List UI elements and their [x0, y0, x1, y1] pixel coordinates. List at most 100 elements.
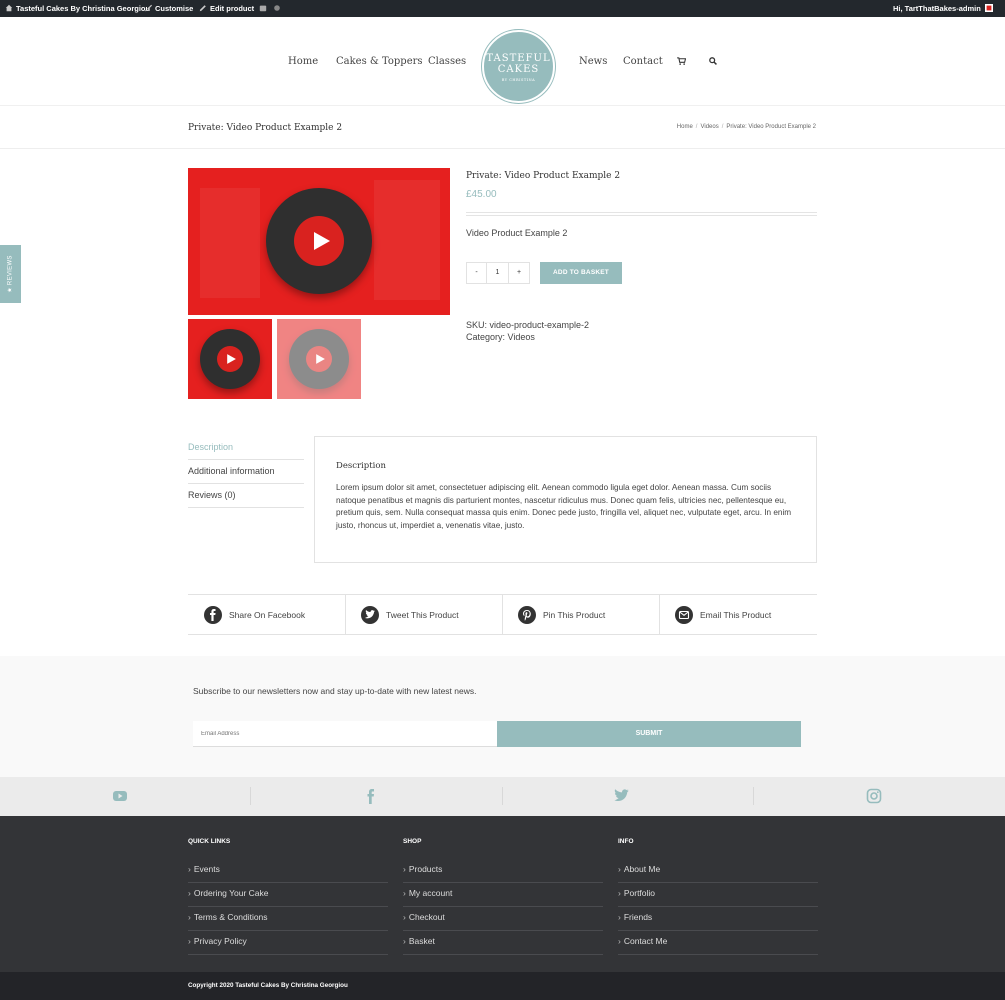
chevron-right-icon: › — [403, 888, 406, 898]
breadcrumb-home[interactable]: Home — [677, 124, 693, 130]
chevron-right-icon: › — [188, 936, 191, 946]
share-pinterest-button[interactable]: Pin This Product — [502, 595, 659, 634]
site-header: Home Cakes & Toppers Classes TASTEFUL CA… — [0, 17, 1005, 105]
admin-customise-link[interactable]: Customise — [144, 4, 193, 13]
footer-info-title: INFO — [618, 838, 634, 845]
footer-link-checkout[interactable]: › Checkout — [403, 907, 603, 931]
footer-link-label: Checkout — [408, 912, 445, 922]
social-divider — [753, 787, 754, 805]
product-thumbnail-2[interactable] — [277, 319, 361, 399]
add-to-basket-button[interactable]: ADD TO BASKET — [540, 262, 622, 284]
logo-line-1: TASTEFUL — [486, 53, 551, 64]
share-twitter-label: Tweet This Product — [386, 610, 459, 620]
tab-description[interactable]: Description — [188, 436, 304, 460]
admin-site-link[interactable]: Tasteful Cakes By Christina Georgiou — [5, 4, 150, 13]
footer-link-my-account[interactable]: › My account — [403, 883, 603, 907]
tab-additional-information[interactable]: Additional information — [188, 460, 304, 484]
share-pinterest-label: Pin This Product — [543, 610, 606, 620]
site-logo[interactable]: TASTEFUL CAKES BY CHRISTINA — [482, 30, 555, 103]
price-divider — [466, 215, 817, 216]
product-main-image[interactable] — [188, 168, 450, 315]
quantity-input[interactable]: 1 — [486, 262, 509, 284]
footer-link-label: Products — [408, 864, 443, 874]
footer-link-label: About Me — [623, 864, 661, 874]
admin-edit-product-link[interactable]: Edit product — [199, 4, 254, 13]
logo-line-3: BY CHRISTINA — [501, 78, 536, 82]
newsletter-text: Subscribe to our newsletters now and sta… — [193, 686, 477, 696]
product-title: Private: Video Product Example 2 — [466, 171, 621, 181]
image-background-block — [374, 180, 440, 300]
social-divider — [250, 787, 251, 805]
nav-home[interactable]: Home — [288, 56, 318, 67]
tab-reviews[interactable]: Reviews (0) — [188, 484, 304, 508]
quantity-increase-button[interactable]: + — [508, 262, 530, 284]
facebook-icon[interactable] — [364, 788, 378, 804]
breadcrumb-current: Private: Video Product Example 2 — [726, 124, 816, 130]
nav-cakes-toppers[interactable]: Cakes & Toppers — [336, 56, 423, 67]
status-dot-icon — [274, 5, 280, 11]
footer-link-contact-me[interactable]: › Contact Me — [618, 931, 818, 955]
footer-link-label: Basket — [408, 936, 435, 946]
pencil-icon — [199, 5, 206, 12]
admin-account-menu[interactable]: Hi, TartThatBakes-admin — [893, 4, 993, 13]
product-thumbnail-1[interactable] — [188, 319, 272, 399]
product-sku: SKU: video-product-example-2 — [466, 320, 590, 330]
brush-icon — [144, 4, 152, 12]
footer-link-terms[interactable]: › Terms & Conditions — [188, 907, 388, 931]
facebook-icon — [204, 606, 222, 624]
twitter-icon — [361, 606, 379, 624]
play-icon — [316, 354, 325, 364]
admin-status-dot — [273, 4, 284, 13]
newsletter-email-input[interactable] — [193, 721, 497, 747]
newsletter-section: Subscribe to our newsletters now and sta… — [0, 656, 1005, 777]
share-twitter-button[interactable]: Tweet This Product — [345, 595, 502, 634]
nav-contact[interactable]: Contact — [623, 56, 663, 67]
quantity-decrease-button[interactable]: - — [466, 262, 487, 284]
tab-panel: Description Lorem ipsum dolor sit amet, … — [314, 436, 817, 563]
share-email-label: Email This Product — [700, 610, 772, 620]
footer-link-label: Portfolio — [623, 888, 656, 898]
nav-classes[interactable]: Classes — [428, 56, 466, 67]
footer-link-products[interactable]: › Products — [403, 859, 603, 883]
admin-customise-label: Customise — [155, 4, 194, 13]
home-icon — [5, 4, 13, 12]
share-facebook-label: Share On Facebook — [229, 610, 306, 620]
search-icon[interactable] — [709, 57, 717, 65]
nav-news[interactable]: News — [579, 56, 607, 67]
share-email-button[interactable]: Email This Product — [659, 595, 817, 634]
footer-link-portfolio[interactable]: › Portfolio — [618, 883, 818, 907]
admin-bar: Tasteful Cakes By Christina Georgiou Cus… — [0, 0, 1005, 17]
footer-link-ordering[interactable]: › Ordering Your Cake — [188, 883, 388, 907]
footer-link-label: Ordering Your Cake — [193, 888, 269, 898]
logo-line-2: CAKES — [497, 64, 540, 75]
breadcrumb-videos[interactable]: Videos — [700, 124, 718, 130]
youtube-icon[interactable] — [112, 788, 128, 804]
newsletter-submit-button[interactable]: SUBMIT — [497, 721, 801, 747]
product-category[interactable]: Category: Videos — [466, 332, 535, 342]
social-divider — [502, 787, 503, 805]
chevron-right-icon: › — [618, 864, 621, 874]
footer-link-friends[interactable]: › Friends — [618, 907, 818, 931]
footer-link-privacy[interactable]: › Privacy Policy — [188, 931, 388, 955]
cart-icon[interactable] — [677, 57, 686, 65]
breadcrumb-separator: / — [695, 124, 698, 130]
product-short-description: Video Product Example 2 — [466, 228, 568, 238]
twitter-icon[interactable] — [614, 788, 631, 803]
footer-link-events[interactable]: › Events — [188, 859, 388, 883]
avatar-icon — [984, 4, 993, 12]
chevron-right-icon: › — [403, 936, 406, 946]
admin-plugin-icon[interactable] — [259, 4, 270, 13]
chevron-right-icon: › — [618, 888, 621, 898]
reviews-side-tab[interactable]: ★ REVIEWS — [0, 245, 21, 303]
footer-link-basket[interactable]: › Basket — [403, 931, 603, 955]
chevron-right-icon: › — [403, 864, 406, 874]
share-bar: Share On Facebook Tweet This Product Pin… — [188, 594, 817, 635]
breadcrumb-separator: / — [721, 124, 724, 130]
share-facebook-button[interactable]: Share On Facebook — [188, 595, 345, 634]
instagram-icon[interactable] — [866, 788, 882, 804]
chevron-right-icon: › — [188, 888, 191, 898]
copyright-text: Copyright 2020 Tasteful Cakes By Christi… — [188, 982, 348, 989]
footer-link-label: Friends — [623, 912, 653, 922]
pinterest-icon — [518, 606, 536, 624]
footer-link-about-me[interactable]: › About Me — [618, 859, 818, 883]
